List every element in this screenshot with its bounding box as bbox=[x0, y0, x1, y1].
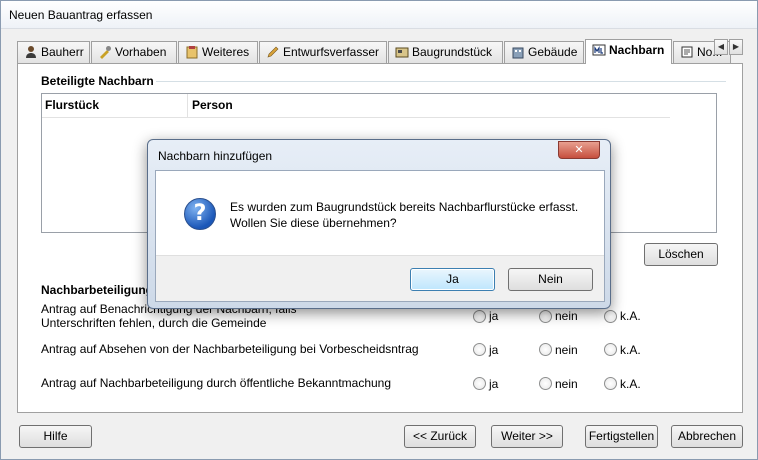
dialog-body: ? Es wurden zum Baugrundstück bereits Na… bbox=[155, 170, 605, 302]
radio-notify-ja[interactable] bbox=[473, 310, 486, 323]
next-button[interactable]: Weiter >> bbox=[491, 425, 563, 448]
person-icon bbox=[24, 45, 38, 59]
radio-label-nein: nein bbox=[555, 343, 578, 357]
radio-notify-ka[interactable] bbox=[604, 310, 617, 323]
tab-weiteres[interactable]: Weiteres bbox=[178, 41, 258, 63]
tools-icon bbox=[98, 45, 112, 59]
dialog-message-line2: Wollen Sie diese übernehmen? bbox=[230, 216, 397, 230]
clipboard-icon bbox=[185, 45, 199, 59]
participation-section-title: Nachbarbeteiligung bbox=[41, 283, 154, 297]
tab-strip: Bauherr Vorhaben Weiteres Entwurfsverfas… bbox=[17, 39, 743, 64]
cancel-button[interactable]: Abbrechen bbox=[671, 425, 743, 448]
tab-vorhaben[interactable]: Vorhaben bbox=[91, 41, 177, 63]
dialog-title: Nachbarn hinzufügen bbox=[158, 149, 273, 163]
neighbors-icon bbox=[592, 43, 606, 57]
pen-icon bbox=[266, 45, 280, 59]
tab-gebaeude[interactable]: Gebäude bbox=[504, 41, 584, 63]
neighbors-list-header: Flurstück Person bbox=[42, 94, 670, 118]
radio-label-ka: k.A. bbox=[620, 309, 641, 323]
chevron-left-icon: ◀ bbox=[717, 42, 725, 51]
dialog-message: Es wurden zum Baugrundstück bereits Nach… bbox=[230, 199, 578, 231]
radio-label-ja: ja bbox=[489, 343, 499, 357]
question-public-notice: Antrag auf Nachbarbeteiligung durch öffe… bbox=[41, 376, 392, 390]
question-waive: Antrag auf Absehen von der Nachbarbeteil… bbox=[41, 342, 419, 356]
tab-scroll-left-button[interactable]: ◀ bbox=[714, 39, 728, 55]
yes-button[interactable]: Ja bbox=[410, 268, 495, 291]
finish-button[interactable]: Fertigstellen bbox=[585, 425, 658, 448]
radio-public-ja[interactable] bbox=[473, 377, 486, 390]
column-separator bbox=[187, 94, 188, 118]
radio-waive-ja[interactable] bbox=[473, 343, 486, 356]
radio-label-ja: ja bbox=[489, 309, 499, 323]
dialog-button-area: Ja Nein bbox=[156, 255, 604, 301]
section-divider bbox=[156, 81, 726, 82]
column-header-person[interactable]: Person bbox=[192, 98, 233, 112]
window-title: Neuen Bauantrag erfassen bbox=[9, 8, 153, 22]
delete-button[interactable]: Löschen bbox=[644, 243, 718, 266]
neighbors-section-title: Beteiligte Nachbarn bbox=[41, 74, 154, 88]
tab-entwurfsverfasser[interactable]: Entwurfsverfasser bbox=[259, 41, 387, 63]
radio-label-nein: nein bbox=[555, 377, 578, 391]
question-icon: ? bbox=[184, 198, 216, 230]
question-notify-line2: Unterschriften fehlen, durch die Gemeind… bbox=[41, 316, 267, 330]
radio-label-ja: ja bbox=[489, 377, 499, 391]
radio-public-nein[interactable] bbox=[539, 377, 552, 390]
building-icon bbox=[511, 45, 525, 59]
radio-label-ka: k.A. bbox=[620, 377, 641, 391]
notes-icon bbox=[680, 45, 694, 59]
radio-notify-nein[interactable] bbox=[539, 310, 552, 323]
dialog-close-button[interactable]: ✕ bbox=[558, 141, 600, 159]
no-button[interactable]: Nein bbox=[508, 268, 593, 291]
radio-waive-ka[interactable] bbox=[604, 343, 617, 356]
plot-icon bbox=[395, 45, 409, 59]
title-bar: Neuen Bauantrag erfassen bbox=[1, 1, 757, 29]
back-button[interactable]: << Zurück bbox=[404, 425, 476, 448]
add-neighbors-dialog: Nachbarn hinzufügen ✕ ? Es wurden zum Ba… bbox=[147, 139, 611, 309]
dialog-message-line1: Es wurden zum Baugrundstück bereits Nach… bbox=[230, 200, 579, 214]
close-icon: ✕ bbox=[574, 144, 584, 156]
tab-baugrundstueck[interactable]: Baugrundstück bbox=[388, 41, 503, 63]
tab-nachbarn[interactable]: Nachbarn bbox=[585, 39, 672, 64]
radio-label-nein: nein bbox=[555, 309, 578, 323]
chevron-right-icon: ▶ bbox=[732, 42, 740, 51]
radio-public-ka[interactable] bbox=[604, 377, 617, 390]
radio-label-ka: k.A. bbox=[620, 343, 641, 357]
radio-waive-nein[interactable] bbox=[539, 343, 552, 356]
tab-scroll-right-button[interactable]: ▶ bbox=[729, 39, 743, 55]
tab-bauherr[interactable]: Bauherr bbox=[17, 41, 90, 63]
help-button[interactable]: Hilfe bbox=[19, 425, 92, 448]
column-header-flurstueck[interactable]: Flurstück bbox=[45, 98, 99, 112]
